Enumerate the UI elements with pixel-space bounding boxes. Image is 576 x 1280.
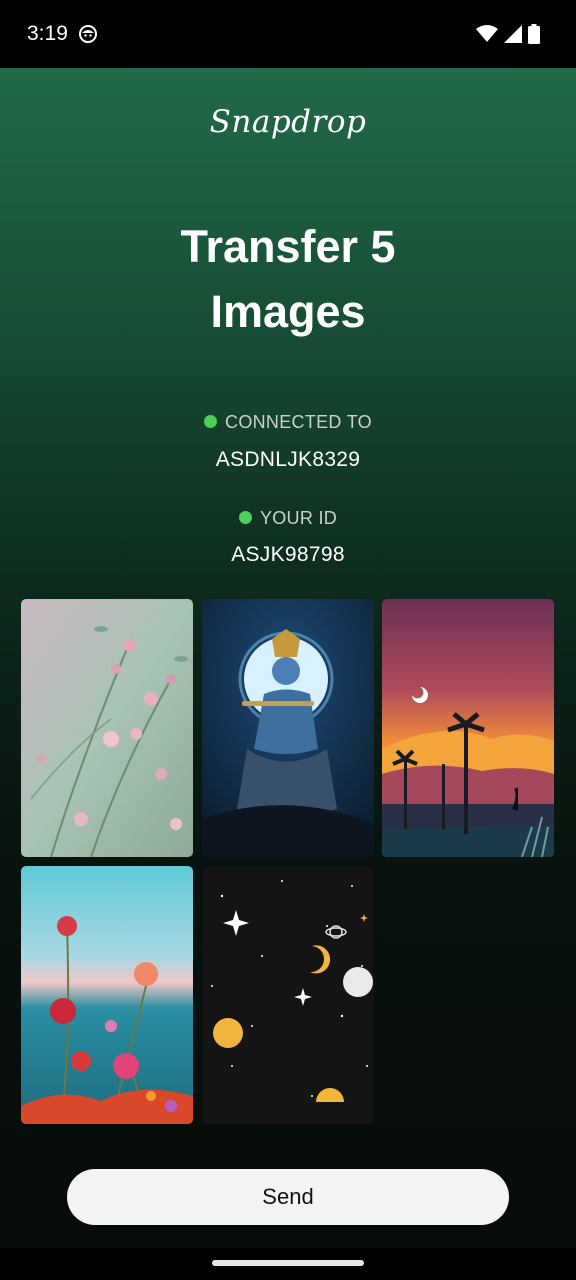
battery-icon (528, 24, 540, 44)
title-line-1: Transfer 5 (180, 221, 396, 272)
space-moons-stars-image[interactable] (202, 866, 374, 1124)
notification-face-icon (79, 25, 97, 43)
navigation-bar (0, 1248, 576, 1280)
your-id-status-dot (238, 511, 252, 524)
status-bar: 3:19 (0, 0, 576, 68)
krishna-flute-moon-image[interactable] (202, 599, 374, 857)
your-id-label-text: YOUR ID (259, 508, 338, 528)
connected-label-text: CONNECTED TO (225, 412, 372, 432)
wifi-icon (476, 25, 498, 42)
sunset-palms-heron-image[interactable] (382, 599, 554, 857)
connected-device-id: ASDNLJK8329 (215, 448, 361, 471)
page-title: Transfer 5 Images (0, 214, 576, 344)
send-button[interactable]: Send (67, 1169, 509, 1225)
status-time: 3:19 (27, 22, 68, 45)
app-screen: Snapdrop Transfer 5 Images CONNECTED TO … (0, 68, 576, 1248)
status-icons (476, 24, 540, 44)
signal-icon (504, 25, 522, 43)
app-logo: Snapdrop (209, 104, 367, 140)
title-line-2: Images (210, 286, 366, 337)
home-indicator[interactable] (212, 1260, 364, 1266)
red-flowers-sea-image[interactable] (21, 866, 193, 1124)
your-device-id: ASJK98798 (231, 543, 345, 566)
pink-flowers-image[interactable] (21, 599, 193, 857)
connected-status-dot (204, 415, 218, 428)
connected-to-label: CONNECTED TO (0, 412, 576, 433)
your-id-label: YOUR ID (0, 508, 576, 529)
